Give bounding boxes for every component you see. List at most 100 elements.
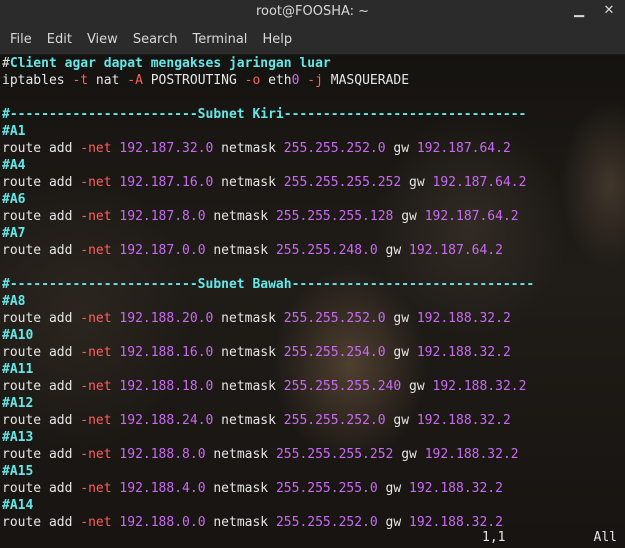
code-line: #------------------------Subnet Kiri----… — [2, 106, 625, 123]
code-token: Client agar dapat mengakses jaringan lua… — [9, 56, 331, 71]
code-token: POSTROUTING — [142, 73, 245, 88]
code-line: #A8 — [2, 293, 625, 310]
code-token: -A — [127, 73, 143, 88]
code-token: -net — [80, 481, 112, 496]
code-token: 192.188.32.2 — [424, 447, 519, 462]
code-token: -net — [80, 209, 112, 224]
code-line: route add -net 192.187.8.0 netmask 255.2… — [2, 208, 625, 225]
code-token: 255.255.255.252 — [275, 447, 394, 462]
terminal-area[interactable]: #Client agar dapat mengakses jaringan lu… — [0, 55, 625, 548]
code-token: #A13 — [2, 430, 34, 445]
code-token: netmask — [213, 141, 284, 156]
code-token: 192.188.24.0 — [119, 413, 214, 428]
code-token: 192.187.64.2 — [432, 175, 527, 190]
code-line: route add -net 192.188.18.0 netmask 255.… — [2, 378, 625, 395]
menu-help[interactable]: Help — [254, 32, 299, 47]
code-token: netmask — [205, 447, 276, 462]
vim-status-line: 1,1 All — [0, 528, 625, 548]
code-token: #------------------------Subnet Bawah---… — [2, 277, 535, 292]
code-token: route add — [2, 175, 81, 190]
code-token: 192.188.18.0 — [119, 379, 214, 394]
code-token: gw — [377, 481, 410, 496]
code-token: #A6 — [2, 192, 26, 207]
close-icon[interactable]: ✕ — [601, 3, 617, 19]
code-line: route add -net 192.188.20.0 netmask 255.… — [2, 310, 625, 327]
code-token: gw — [393, 209, 425, 224]
code-token: -net — [80, 413, 112, 428]
window-title: root@FOOSHA: ~ — [255, 4, 370, 19]
code-token: netmask — [205, 209, 276, 224]
code-line: route add -net 192.188.4.0 netmask 255.2… — [2, 480, 625, 497]
minimize-icon[interactable]: ▁ — [571, 3, 587, 19]
code-line: #A11 — [2, 361, 625, 378]
code-token: gw — [401, 379, 433, 394]
menu-bar: File Edit View Search Terminal Help — [0, 24, 625, 55]
code-token: gw — [393, 447, 425, 462]
menu-search[interactable]: Search — [125, 32, 185, 47]
code-token: nat — [88, 73, 128, 88]
code-token: 255.255.252.0 — [283, 311, 386, 326]
code-line: route add -net 192.188.8.0 netmask 255.2… — [2, 446, 625, 463]
code-token: netmask — [205, 243, 276, 258]
code-token: netmask — [213, 379, 284, 394]
window-controls: ▁ ✕ — [571, 3, 617, 19]
code-token: gw — [385, 413, 417, 428]
code-token: 255.255.254.0 — [283, 345, 386, 360]
menu-terminal[interactable]: Terminal — [184, 32, 254, 47]
code-token: route add — [2, 243, 81, 258]
code-token: route add — [2, 447, 81, 462]
code-token: #A10 — [2, 328, 34, 343]
code-token: gw — [385, 345, 417, 360]
code-token: iptables — [2, 73, 73, 88]
code-line: route add -net 192.187.0.0 netmask 255.2… — [2, 242, 625, 259]
menu-view[interactable]: View — [79, 32, 125, 47]
scroll-indicator: All — [593, 530, 617, 545]
code-token: -net — [80, 447, 112, 462]
code-token: -net — [80, 243, 112, 258]
code-token: #A11 — [2, 362, 34, 377]
code-token: netmask — [213, 311, 284, 326]
code-token: route add — [2, 345, 81, 360]
code-token: route add — [2, 413, 81, 428]
code-token: 192.187.0.0 — [119, 243, 206, 258]
code-token: 255.255.255.252 — [283, 175, 402, 190]
code-token: 192.187.32.0 — [119, 141, 214, 156]
code-token: gw — [401, 175, 433, 190]
terminal-window: root@FOOSHA: ~ ▁ ✕ File Edit View Search… — [0, 0, 625, 548]
code-token: #A15 — [2, 464, 34, 479]
code-line: route add -net 192.187.16.0 netmask 255.… — [2, 174, 625, 191]
menu-file[interactable]: File — [2, 32, 39, 47]
code-token: netmask — [213, 345, 284, 360]
code-token: #------------------------Subnet Kiri----… — [2, 107, 527, 122]
code-token: -net — [80, 175, 112, 190]
code-token: #A14 — [2, 498, 34, 513]
code-token: 192.187.64.2 — [409, 243, 503, 258]
cursor-position: 1,1 — [482, 530, 506, 545]
code-token: -t — [72, 73, 89, 88]
code-token: gw — [385, 311, 417, 326]
code-token: #A4 — [2, 158, 26, 173]
code-token: gw — [385, 141, 417, 156]
editor-lines: #Client agar dapat mengakses jaringan lu… — [2, 55, 625, 531]
code-token: 255.255.255.240 — [283, 379, 402, 394]
code-token: 255.255.252.0 — [283, 413, 386, 428]
code-line: #Client agar dapat mengakses jaringan lu… — [2, 55, 625, 72]
code-token: netmask — [205, 481, 276, 496]
code-line: #A4 — [2, 157, 625, 174]
code-token: #A8 — [2, 294, 26, 309]
code-token: -net — [80, 311, 112, 326]
code-line: route add -net 192.188.16.0 netmask 255.… — [2, 344, 625, 361]
code-token: eth — [260, 73, 292, 88]
code-token: 192.187.16.0 — [119, 175, 214, 190]
code-token: MASQUERADE — [322, 73, 410, 88]
code-token: 192.188.16.0 — [119, 345, 214, 360]
title-bar[interactable]: root@FOOSHA: ~ ▁ ✕ — [0, 0, 625, 24]
code-token: #A1 — [2, 124, 26, 139]
menu-edit[interactable]: Edit — [39, 32, 79, 47]
text-cursor: # — [2, 56, 10, 71]
code-token: 192.188.32.2 — [416, 311, 511, 326]
code-token: route add — [2, 311, 81, 326]
code-token: 192.188.32.2 — [416, 345, 511, 360]
code-token: route add — [2, 481, 81, 496]
